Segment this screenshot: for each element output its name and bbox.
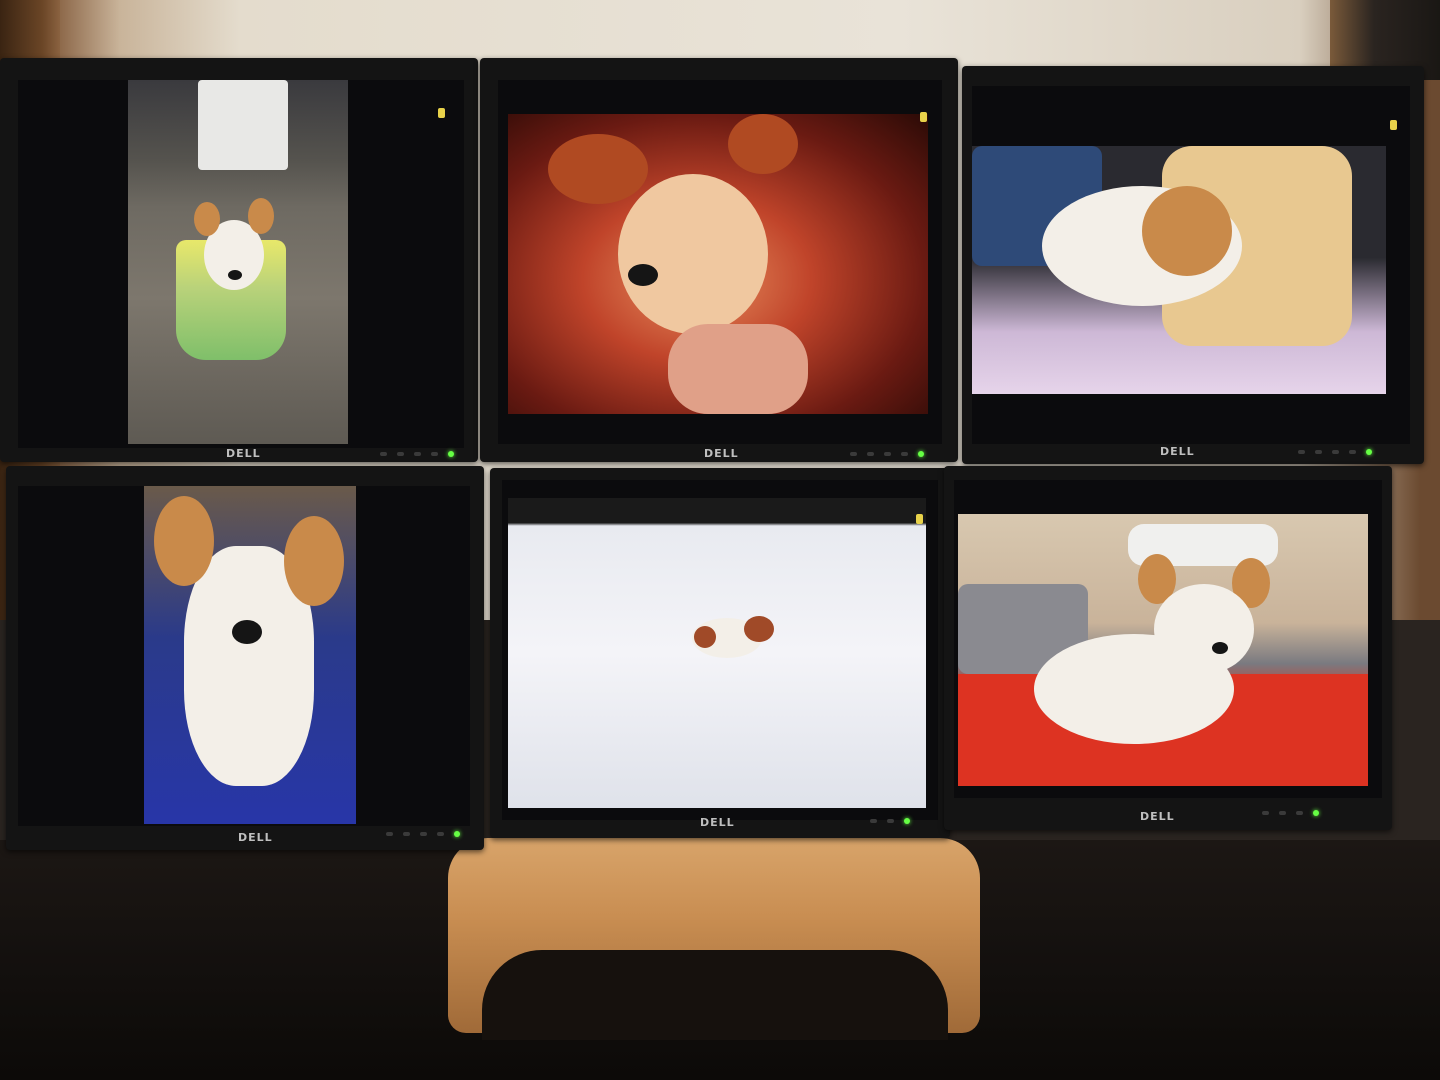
power-led-icon[interactable] bbox=[454, 831, 460, 837]
dog-nose bbox=[1212, 642, 1228, 654]
hand bbox=[668, 324, 808, 414]
control-button[interactable] bbox=[437, 832, 444, 836]
osd-indicator-icon bbox=[920, 112, 927, 122]
dog-patch-rear bbox=[694, 626, 716, 648]
brand-logo: DELL bbox=[704, 447, 739, 460]
control-button[interactable] bbox=[887, 819, 894, 823]
control-button[interactable] bbox=[420, 832, 427, 836]
screen bbox=[502, 480, 938, 820]
power-led-icon[interactable] bbox=[1366, 449, 1372, 455]
control-button[interactable] bbox=[1298, 450, 1305, 454]
power-led-icon[interactable] bbox=[918, 451, 924, 457]
dog-nose bbox=[232, 620, 262, 644]
dog-ear-left bbox=[194, 202, 220, 236]
screen bbox=[954, 480, 1382, 798]
monitor-bottom-center: DELL bbox=[490, 468, 950, 838]
monitor-controls[interactable] bbox=[1298, 449, 1372, 455]
brand-logo: DELL bbox=[700, 816, 735, 829]
control-button[interactable] bbox=[386, 832, 393, 836]
dog-patch bbox=[744, 616, 774, 642]
screen bbox=[972, 86, 1410, 444]
monitor-controls[interactable] bbox=[850, 451, 924, 457]
power-led-icon[interactable] bbox=[448, 451, 454, 457]
screen bbox=[18, 80, 464, 448]
photo-dog-in-bucket bbox=[128, 80, 348, 444]
stand-opening bbox=[482, 950, 948, 1040]
control-button[interactable] bbox=[403, 832, 410, 836]
dog-ear-right bbox=[728, 114, 798, 174]
monitor-top-left: DELL bbox=[0, 58, 478, 462]
control-button[interactable] bbox=[1332, 450, 1339, 454]
photo-dog-looking-up bbox=[144, 486, 356, 824]
control-button[interactable] bbox=[867, 452, 874, 456]
dog-nose bbox=[628, 264, 658, 286]
brand-logo: DELL bbox=[1140, 810, 1175, 823]
monitor-controls[interactable] bbox=[870, 818, 910, 824]
brand-logo: DELL bbox=[1160, 445, 1195, 458]
dog-head bbox=[1142, 186, 1232, 276]
garden-chairs bbox=[198, 80, 288, 170]
osd-indicator-icon bbox=[916, 514, 923, 524]
screen bbox=[18, 486, 470, 826]
control-button[interactable] bbox=[901, 452, 908, 456]
monitor-controls[interactable] bbox=[386, 831, 460, 837]
monitor-bottom-left: DELL bbox=[6, 466, 484, 850]
power-led-icon[interactable] bbox=[904, 818, 910, 824]
monitor-top-center: DELL bbox=[480, 58, 958, 462]
photo-dog-on-red-blanket bbox=[958, 514, 1368, 786]
screen bbox=[498, 80, 942, 444]
photo-dog-closeup bbox=[508, 114, 928, 414]
control-button[interactable] bbox=[431, 452, 438, 456]
photo-dog-in-snow bbox=[508, 498, 926, 808]
brand-logo: DELL bbox=[226, 447, 261, 460]
control-button[interactable] bbox=[1315, 450, 1322, 454]
osd-indicator-icon bbox=[438, 108, 445, 118]
brand-logo: DELL bbox=[238, 831, 273, 844]
dog-nose bbox=[228, 270, 242, 280]
control-button[interactable] bbox=[397, 452, 404, 456]
control-button[interactable] bbox=[1349, 450, 1356, 454]
control-button[interactable] bbox=[850, 452, 857, 456]
control-button[interactable] bbox=[884, 452, 891, 456]
control-button[interactable] bbox=[870, 819, 877, 823]
control-button[interactable] bbox=[1296, 811, 1303, 815]
power-led-icon[interactable] bbox=[1313, 810, 1319, 816]
photo-dog-sleeping bbox=[972, 146, 1386, 394]
control-button[interactable] bbox=[414, 452, 421, 456]
dog-ear-left bbox=[548, 134, 648, 204]
dog-ear-right bbox=[284, 516, 344, 606]
monitor-controls[interactable] bbox=[380, 451, 454, 457]
osd-indicator-icon bbox=[1390, 120, 1397, 130]
monitor-top-right: DELL bbox=[962, 66, 1424, 464]
control-button[interactable] bbox=[1279, 811, 1286, 815]
dog-face bbox=[618, 174, 768, 334]
control-button[interactable] bbox=[380, 452, 387, 456]
dog-ear-left bbox=[154, 496, 214, 586]
monitor-bottom-right: DELL bbox=[944, 466, 1392, 830]
dog-face bbox=[1154, 584, 1254, 674]
monitor-controls[interactable] bbox=[1262, 810, 1319, 816]
dog-ear-right bbox=[248, 198, 274, 234]
control-button[interactable] bbox=[1262, 811, 1269, 815]
